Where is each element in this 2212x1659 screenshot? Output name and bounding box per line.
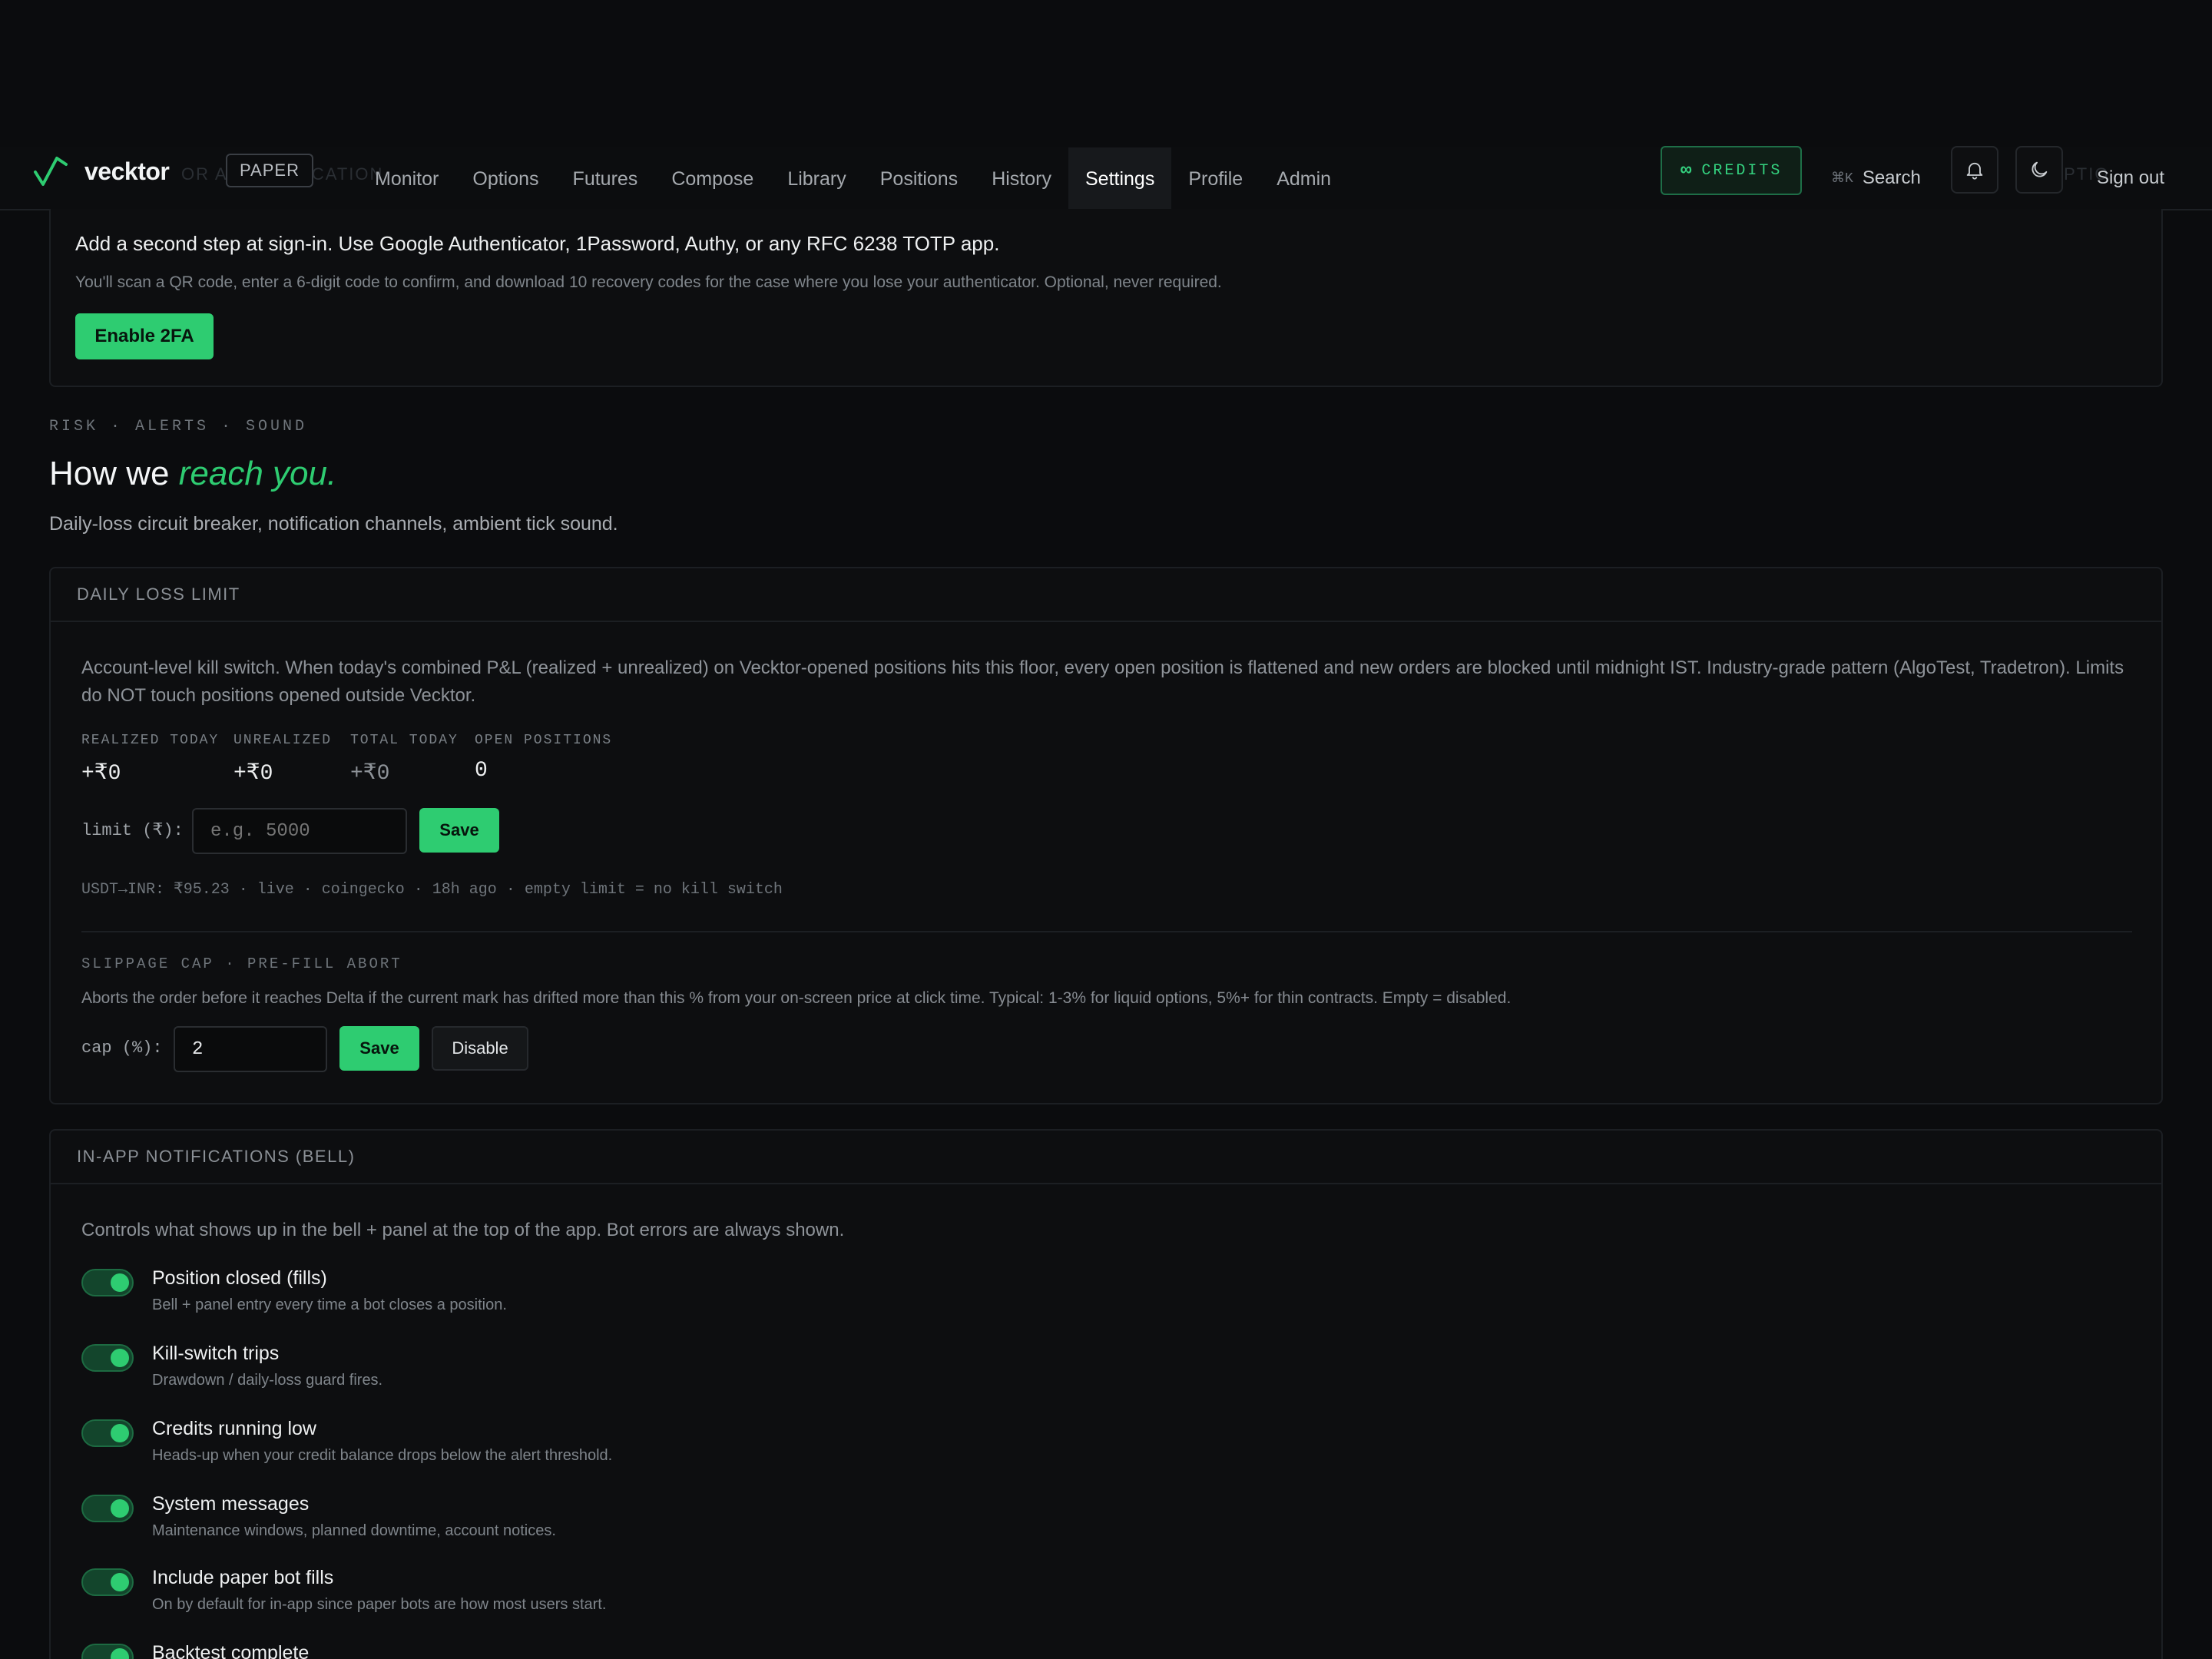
nav-profile[interactable]: Profile xyxy=(1171,147,1260,210)
credits-label: CREDITS xyxy=(1701,161,1783,180)
toggle-system-messages[interactable] xyxy=(81,1495,134,1522)
limit-save-button[interactable]: Save xyxy=(419,808,499,853)
nav-options[interactable]: Options xyxy=(455,147,555,210)
search-button[interactable]: ⌘K Search xyxy=(1831,155,1921,201)
divider xyxy=(81,931,2132,932)
notification-title: Kill-switch trips xyxy=(152,1343,280,1364)
notification-desc: Drawdown / daily-loss guard fires. xyxy=(152,1372,383,1389)
stat-value-total: +₹0 xyxy=(350,762,390,786)
logo[interactable]: vecktor xyxy=(32,154,170,189)
moon-icon xyxy=(2032,161,2048,177)
twofa-description: You'll scan a QR code, enter a 6-digit c… xyxy=(75,273,1222,291)
notification-desc: Bell + panel entry every time a bot clos… xyxy=(152,1296,507,1313)
credits-button[interactable]: ∞ CREDITS xyxy=(1661,146,1803,195)
stat-label-realized: REALIZED TODAY xyxy=(81,733,220,748)
nav-history[interactable]: History xyxy=(975,147,1068,210)
cap-input[interactable]: 2 xyxy=(174,1026,327,1072)
bell-icon xyxy=(1966,162,1983,180)
nav-admin[interactable]: Admin xyxy=(1260,147,1348,210)
theme-toggle-button[interactable] xyxy=(2015,146,2063,194)
toggle-position-closed[interactable] xyxy=(81,1269,134,1296)
notification-title: System messages xyxy=(152,1493,310,1515)
toggle-paper-fills[interactable] xyxy=(81,1568,134,1596)
notification-desc: Heads-up when your credit balance drops … xyxy=(152,1447,613,1464)
infinity-icon: ∞ xyxy=(1681,160,1694,181)
notification-title: Backtest complete xyxy=(152,1642,310,1659)
main-nav: Monitor Options Futures Compose Library … xyxy=(358,147,1348,212)
daily-loss-header: DAILY LOSS LIMIT xyxy=(51,568,2161,622)
sign-out-button[interactable]: Sign out xyxy=(2097,155,2164,201)
nav-monitor[interactable]: Monitor xyxy=(358,147,455,210)
stat-value-unrealized: +₹0 xyxy=(233,762,273,786)
stat-label-total: TOTAL TODAY xyxy=(350,733,459,748)
logo-check-icon xyxy=(34,157,68,186)
notification-title: Credits running low xyxy=(152,1418,316,1439)
section-subtitle: Daily-loss circuit breaker, notification… xyxy=(49,513,618,535)
stat-label-open-positions: OPEN POSITIONS xyxy=(475,733,613,748)
notification-desc: On by default for in-app since paper bot… xyxy=(152,1596,607,1613)
cap-disable-button[interactable]: Disable xyxy=(432,1026,528,1071)
notification-title: Position closed (fills) xyxy=(152,1267,327,1289)
limit-input[interactable] xyxy=(192,808,407,854)
nav-positions[interactable]: Positions xyxy=(863,147,975,210)
daily-loss-card: DAILY LOSS LIMIT Account-level kill swit… xyxy=(49,567,2163,1104)
stat-label-unrealized: UNREALIZED xyxy=(233,733,333,748)
slippage-eyebrow: SLIPPAGE CAP · PRE-FILL ABORT xyxy=(81,955,402,972)
nav-futures[interactable]: Futures xyxy=(556,147,655,210)
logo-text: vecktor xyxy=(84,157,170,185)
notifications-header: IN-APP NOTIFICATIONS (BELL) xyxy=(51,1131,2161,1184)
search-shortcut: ⌘K xyxy=(1831,171,1853,187)
notifications-card: IN-APP NOTIFICATIONS (BELL) Controls wha… xyxy=(49,1129,2163,1659)
stat-value-open-positions: 0 xyxy=(475,759,488,783)
search-label: Search xyxy=(1862,167,1921,188)
nav-library[interactable]: Library xyxy=(770,147,863,210)
daily-loss-description: Account-level kill switch. When today's … xyxy=(81,657,2124,706)
toggle-kill-switch[interactable] xyxy=(81,1344,134,1372)
cap-save-button[interactable]: Save xyxy=(339,1026,419,1071)
nav-compose[interactable]: Compose xyxy=(654,147,770,210)
top-blank-area xyxy=(0,0,2212,147)
toggle-credits-low[interactable] xyxy=(81,1419,134,1447)
notifications-bell-button[interactable] xyxy=(1951,146,1998,194)
toggle-backtest-complete[interactable] xyxy=(81,1644,134,1659)
slippage-description: Aborts the order before it reaches Delta… xyxy=(81,989,1512,1007)
paper-mode-badge[interactable]: PAPER xyxy=(226,154,313,187)
nav-settings[interactable]: Settings xyxy=(1068,147,1172,212)
section-title: How we reach you. xyxy=(49,455,336,493)
section-title-plain: How we xyxy=(49,455,179,492)
stat-value-realized: +₹0 xyxy=(81,762,121,786)
section-eyebrow: RISK · ALERTS · SOUND xyxy=(49,418,308,435)
section-title-accent: reach you. xyxy=(178,455,337,492)
limit-label: limit (₹): xyxy=(81,821,184,840)
limit-footnote: USDT→INR: ₹95.23 · live · coingecko · 18… xyxy=(81,881,783,899)
cap-label: cap (%): xyxy=(81,1038,163,1058)
notification-desc: Maintenance windows, planned downtime, a… xyxy=(152,1522,556,1539)
twofa-title: Add a second step at sign-in. Use Google… xyxy=(75,232,1000,255)
top-navbar: OR AUTHENTICATION OPTIO vecktor PAPER Mo… xyxy=(0,146,2212,212)
twofa-card: Add a second step at sign-in. Use Google… xyxy=(49,209,2163,387)
enable-2fa-button[interactable]: Enable 2FA xyxy=(75,313,214,359)
notification-title: Include paper bot fills xyxy=(152,1567,334,1588)
notifications-description: Controls what shows up in the bell + pan… xyxy=(81,1220,845,1240)
